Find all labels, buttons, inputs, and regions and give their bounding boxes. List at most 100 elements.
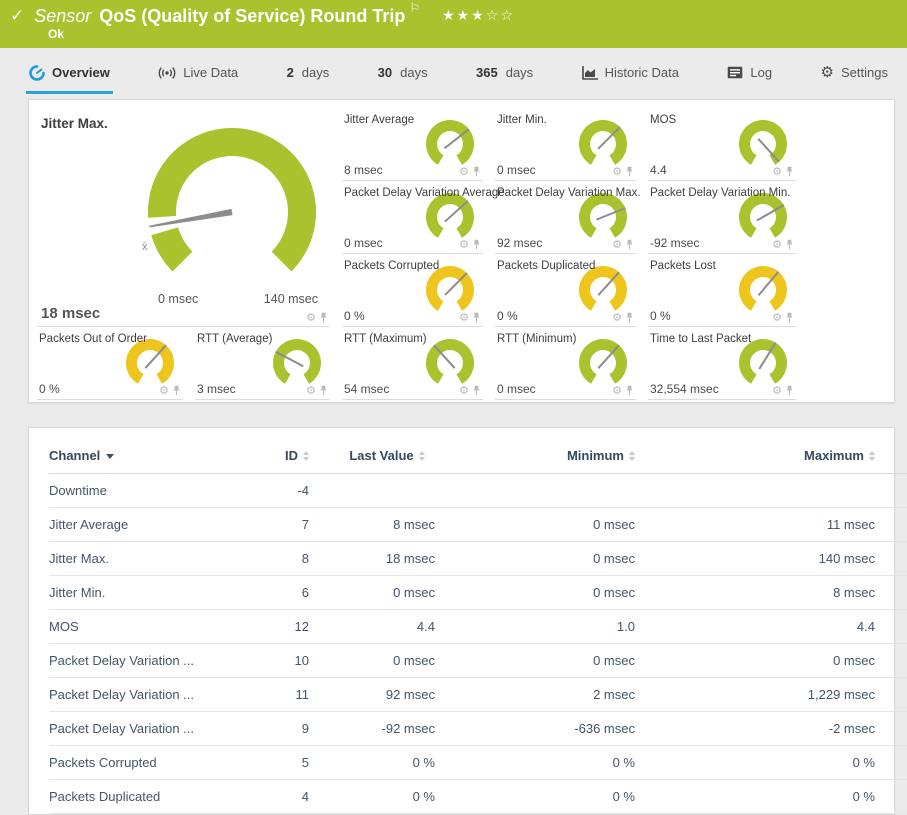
sort-icon (869, 451, 875, 461)
table-row: Jitter Max. 8 18 msec 0 msec 140 msec ⚙⚙ (49, 542, 907, 576)
pin-icon[interactable] (785, 385, 794, 396)
channel-last-value: 4.4 (309, 610, 435, 644)
channel-maximum: 140 msec (673, 542, 907, 576)
column-header-minimum[interactable]: Minimum (435, 446, 673, 474)
gauge-title: Packet Delay Variation Average (344, 187, 505, 199)
channel-name: Packet Delay Variation ... (49, 678, 249, 712)
channel-id: 5 (249, 746, 309, 780)
gauge-icon (29, 65, 45, 81)
pin-icon[interactable] (472, 312, 481, 323)
gear-icon[interactable]: ⚙ (772, 240, 782, 250)
gauge-title: RTT (Average) (197, 333, 272, 345)
sort-icon (629, 451, 635, 461)
primary-gauge-value: 18 msec (41, 305, 100, 322)
pin-icon[interactable] (625, 312, 634, 323)
gauge-cell-packets-duplicated: Packets Duplicated 0 % ⚙ (495, 254, 636, 327)
broadcast-icon (158, 66, 176, 80)
tab-historic-data[interactable]: Historic Data (579, 54, 682, 94)
star-empty-icon[interactable]: ☆ (486, 7, 501, 23)
star-filled-icon[interactable]: ★ (471, 7, 486, 23)
gear-icon[interactable]: ⚙ (459, 240, 469, 250)
star-filled-icon[interactable]: ★ (457, 7, 472, 23)
table-row: Packets Duplicated 4 0 % 0 % 0 % ⚙⚙ (49, 780, 907, 814)
pin-icon[interactable] (472, 166, 481, 177)
channel-last-value: 0 % (309, 746, 435, 780)
gauge-cell-packets-lost: Packets Lost 0 % ⚙ (648, 254, 796, 327)
tab-label: Settings (841, 65, 888, 80)
star-empty-icon[interactable]: ☆ (500, 7, 515, 23)
column-header-maximum[interactable]: Maximum (673, 446, 907, 474)
gear-icon[interactable]: ⚙ (772, 313, 782, 323)
pin-icon[interactable] (472, 385, 481, 396)
column-header-last-value[interactable]: Last Value (309, 446, 435, 474)
tab-30-days[interactable]: 30 days (375, 54, 431, 94)
tab-2-days[interactable]: 2 days (284, 54, 333, 94)
pin-icon[interactable] (172, 385, 181, 396)
channel-minimum: 1.0 (435, 610, 673, 644)
gear-icon[interactable]: ⚙ (772, 167, 782, 177)
channel-maximum: 0 % (673, 746, 907, 780)
channel-name: Packets Corrupted (49, 746, 249, 780)
channel-maximum: 1,229 msec (673, 678, 907, 712)
channel-maximum: -2 msec (673, 712, 907, 746)
gear-icon[interactable]: ⚙ (459, 167, 469, 177)
gear-icon[interactable]: ⚙ (612, 167, 622, 177)
channel-maximum: 0 msec (673, 644, 907, 678)
pin-icon[interactable] (625, 239, 634, 250)
gear-icon[interactable]: ⚙ (459, 386, 469, 396)
pin-icon[interactable] (625, 385, 634, 396)
tab-bar: Overview Live Data 2 days 30 days 365 da… (0, 48, 907, 94)
channel-id: -4 (249, 474, 309, 508)
gauge-panel: Jitter Max. x̄ 0 msec 140 msec 18 msec ⚙… (28, 99, 895, 403)
channel-last-value: 8 msec (309, 508, 435, 542)
star-filled-icon[interactable]: ★ (442, 7, 457, 23)
gear-icon[interactable]: ⚙ (306, 313, 316, 323)
pin-icon[interactable] (319, 312, 328, 323)
gauge-title: Packets Duplicated (497, 260, 595, 272)
gauge-cell-mos: MOS 4.4 ⚙ (648, 108, 796, 181)
channel-maximum: 4.4 (673, 610, 907, 644)
channel-last-value: -92 msec (309, 712, 435, 746)
gear-icon[interactable]: ⚙ (459, 313, 469, 323)
pin-icon[interactable] (319, 385, 328, 396)
gauge-scale-max: 140 msec (264, 292, 318, 306)
gauge-cell-rtt-minimum-: RTT (Minimum) 0 msec ⚙ (495, 327, 636, 400)
gauge-cell-time-to-last-packet: Time to Last Packet 32,554 msec ⚙ (648, 327, 796, 400)
tab-log[interactable]: Log (724, 54, 775, 94)
channel-minimum: -636 msec (435, 712, 673, 746)
flag-icon[interactable]: ⚐ (409, 1, 420, 15)
gear-icon[interactable]: ⚙ (306, 386, 316, 396)
tab-365-days[interactable]: 365 days (473, 54, 536, 94)
channel-id: 10 (249, 644, 309, 678)
gauge-value: -92 msec (650, 236, 699, 250)
pin-icon[interactable] (785, 312, 794, 323)
table-row: Packet Delay Variation ... 9 -92 msec -6… (49, 712, 907, 746)
pin-icon[interactable] (785, 239, 794, 250)
tab-overview[interactable]: Overview (26, 54, 113, 94)
gauge-value: 0 msec (497, 163, 536, 177)
gear-icon[interactable]: ⚙ (612, 240, 622, 250)
tab-live-data[interactable]: Live Data (155, 54, 241, 94)
channel-id: 9 (249, 712, 309, 746)
gauge-cell-packets-corrupted: Packets Corrupted 0 % ⚙ (342, 254, 483, 327)
channel-table: Channel ID Last Value Minimum Maximum Do… (49, 446, 907, 814)
gear-icon[interactable]: ⚙ (772, 386, 782, 396)
column-header-id[interactable]: ID (249, 446, 309, 474)
pin-icon[interactable] (625, 166, 634, 177)
channel-last-value: 0 msec (309, 644, 435, 678)
channel-table-panel: Channel ID Last Value Minimum Maximum Do… (28, 427, 895, 815)
gear-icon[interactable]: ⚙ (612, 386, 622, 396)
column-header-channel[interactable]: Channel (49, 446, 249, 474)
gauge-value: 32,554 msec (650, 382, 719, 396)
page-title: QoS (Quality of Service) Round Trip (99, 5, 405, 27)
gauge-value: 0 % (39, 382, 60, 396)
channel-minimum: 0 msec (435, 508, 673, 542)
pin-icon[interactable] (472, 239, 481, 250)
channel-id: 7 (249, 508, 309, 542)
gear-icon[interactable]: ⚙ (612, 313, 622, 323)
gear-icon[interactable]: ⚙ (159, 386, 169, 396)
table-row: Packet Delay Variation ... 11 92 msec 2 … (49, 678, 907, 712)
status-badge: Ok (48, 27, 64, 41)
pin-icon[interactable] (785, 166, 794, 177)
tab-settings[interactable]: ⚙ Settings (818, 54, 891, 94)
